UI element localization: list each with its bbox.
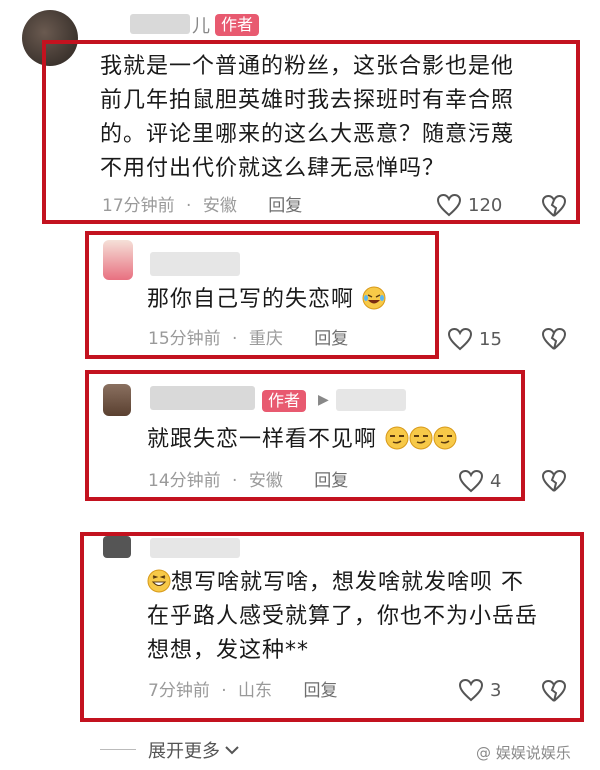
author-tag: 作者 [262,390,307,412]
author-tag: 作者 [215,14,260,36]
comment-time: 7分钟前 [148,681,210,701]
reply-to-username-blurred[interactable] [336,389,406,411]
expand-more-button[interactable]: 展开更多 [148,737,240,763]
comment-line: 在乎路人感受就算了，你也不为小岳岳 [147,604,539,629]
comment-text: 我就是一个普通的粉丝，这张合影也是他 前几年拍鼠胆英雄时我去探班时有幸合照 的。… [100,50,570,186]
smirk-emoji-icon [433,426,457,450]
dislike-button[interactable] [541,327,567,355]
broken-heart-icon [541,327,567,350]
like-count: 120 [468,194,503,216]
broken-heart-icon [541,679,567,702]
heart-outline-icon [436,193,462,217]
avatar[interactable] [103,384,131,416]
username-blurred[interactable] [150,252,240,276]
separator: · [232,329,238,349]
comment-location: 安徽 [248,471,283,491]
comment-text: 想写啥就写啥，想发啥就发啥呗 不 在乎路人感受就算了，你也不为小岳岳 想想，发这… [147,566,577,668]
reply-button[interactable]: 回复 [314,328,348,350]
like-button[interactable]: 15 [447,327,502,351]
heart-outline-icon [458,678,484,702]
comment-meta: 17分钟前 · 安徽 回复 [102,195,302,217]
heart-outline-icon [447,327,473,351]
comment-line: 想想，发这种** [147,638,310,663]
smirk-emoji-icon [409,426,433,450]
avatar[interactable] [103,536,131,558]
dislike-button[interactable] [541,194,567,222]
smirk-emoji-icon [385,426,409,450]
comment-line: 不用付出代价就这么肆无忌惮吗？ [100,156,446,181]
reply-button[interactable]: 回复 [268,195,302,217]
like-count: 15 [479,328,502,350]
broken-heart-icon [541,469,567,492]
comment-location: 山东 [238,681,273,701]
comment-location: 重庆 [248,329,283,349]
separator: · [186,196,192,216]
comment-line: 前几年拍鼠胆英雄时我去探班时有幸合照 [100,88,515,113]
comment-time: 17分钟前 [102,196,175,216]
reply-button[interactable]: 回复 [303,680,337,702]
comment-meta: 7分钟前 · 山东 回复 [148,680,337,702]
expand-more-label: 展开更多 [148,741,220,762]
comment-time: 15分钟前 [148,329,221,349]
username-blurred[interactable] [150,386,255,410]
username-blurred[interactable] [150,538,240,558]
broken-heart-icon [541,194,567,217]
comment-text: 那你自己写的失恋啊 [147,283,386,317]
comment-text: 就跟失恋一样看不见啊 [147,423,457,457]
comment-line: 我就是一个普通的粉丝，这张合影也是他 [100,54,515,79]
separator: · [221,681,227,701]
comment-line: 那你自己写的失恋啊 [147,287,355,312]
username-blurred[interactable] [130,14,190,34]
comment-meta: 15分钟前 · 重庆 回复 [148,328,348,350]
username-tail: 儿 [192,16,210,37]
like-count: 4 [490,470,502,492]
watermark: @ 娱娱说娱乐 [476,744,571,762]
reply-button[interactable]: 回复 [314,470,348,492]
comment-line: 想写啥就写啥，想发啥就发啥呗 不 [147,566,577,600]
separator: · [232,471,238,491]
comment-line: 就跟失恋一样看不见啊 [147,427,378,452]
avatar[interactable] [103,240,133,280]
dislike-button[interactable] [541,679,567,707]
like-button[interactable]: 3 [458,678,501,702]
comment-time: 14分钟前 [148,471,221,491]
comment-meta: 14分钟前 · 安徽 回复 [148,470,348,492]
chevron-down-icon [225,746,239,755]
laughing-tears-emoji-icon [362,286,386,310]
heart-outline-icon [458,469,484,493]
like-button[interactable]: 120 [436,193,502,217]
like-count: 3 [490,679,502,701]
expand-divider [100,749,136,750]
like-button[interactable]: 4 [458,469,501,493]
reply-to-arrow-icon: ▶ [318,392,329,408]
comment-location: 安徽 [202,196,237,216]
comment-line: 的。评论里哪来的这么大恶意？随意污蔑 [100,122,515,147]
grin-emoji-icon [147,569,171,593]
dislike-button[interactable] [541,469,567,497]
